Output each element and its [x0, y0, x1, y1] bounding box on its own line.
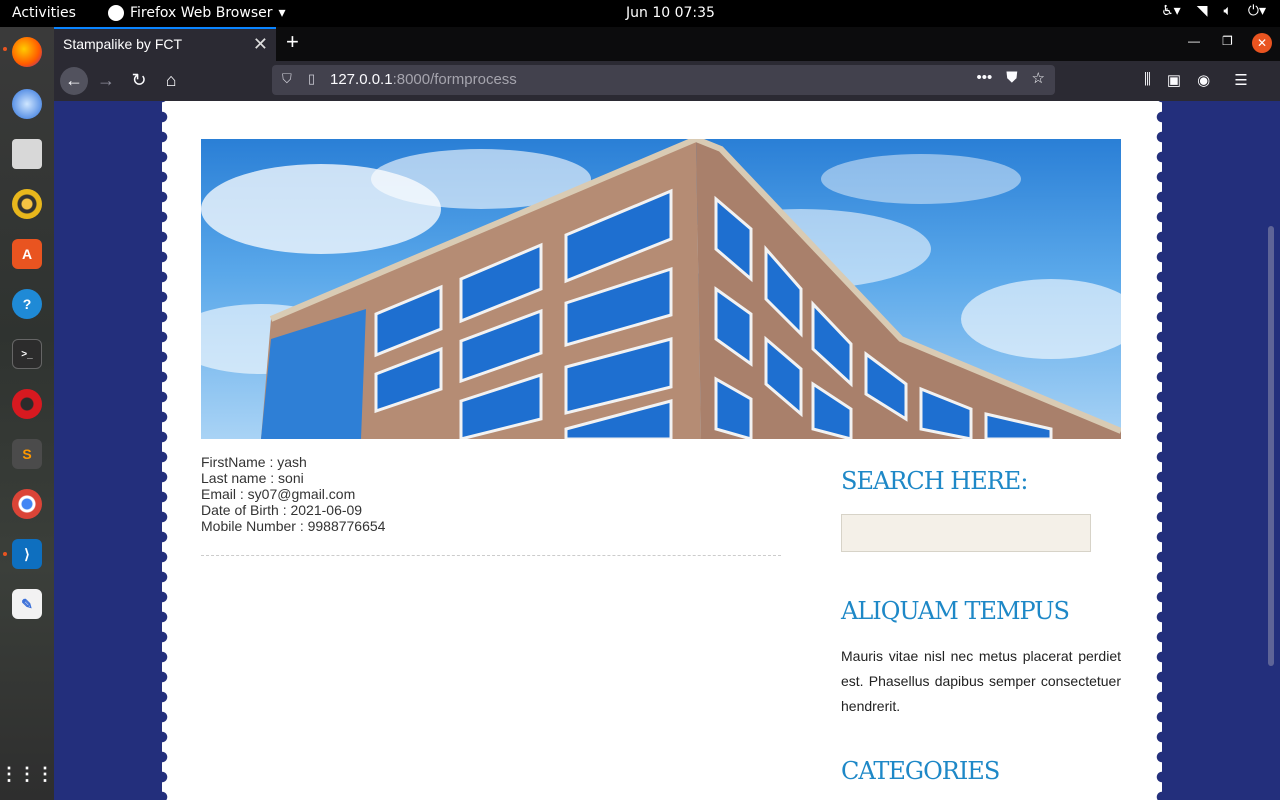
page-viewport: FirstName : yash Last name : soni Email …	[54, 101, 1280, 800]
software-icon[interactable]: A	[12, 239, 42, 269]
bookmark-star-icon[interactable]: ☆	[1032, 69, 1045, 87]
menu-icon[interactable]: ☰	[1234, 71, 1247, 89]
opera-icon[interactable]	[12, 389, 42, 419]
home-button[interactable]: ⌂	[157, 67, 185, 95]
vscode-icon[interactable]: ⟩	[12, 539, 42, 569]
tab-active[interactable]: Stampalike by FCT ✕	[54, 27, 276, 61]
content-divider	[201, 555, 781, 556]
accessibility-icon[interactable]: ♿︎▾	[1161, 3, 1181, 19]
app-menu-label: Firefox Web Browser	[130, 5, 273, 21]
forward-button[interactable]: →	[92, 67, 120, 95]
new-tab-button[interactable]: +	[286, 29, 299, 55]
url-text[interactable]: 127.0.0.1:8000/formprocess	[330, 71, 517, 88]
running-indicator	[3, 552, 7, 556]
url-host: 127.0.0.1	[330, 71, 393, 88]
system-tray[interactable]: ♿︎▾ ◥ 🔈︎ ⏻▾	[1161, 3, 1266, 19]
categories-heading: CATEGORIES	[841, 757, 1000, 785]
search-input[interactable]	[841, 514, 1091, 552]
minimize-button[interactable]: —	[1188, 34, 1200, 48]
terminal-icon[interactable]: >_	[12, 339, 42, 369]
files-icon[interactable]	[12, 139, 42, 169]
firefox-icon[interactable]	[12, 37, 42, 67]
volume-icon[interactable]: 🔈︎	[1223, 3, 1231, 19]
text-editor-icon[interactable]: ✎	[12, 589, 42, 619]
page-actions-icon[interactable]: •••	[977, 69, 993, 87]
form-result-details: FirstName : yash Last name : soni Email …	[201, 454, 385, 534]
help-icon[interactable]: ?	[12, 289, 42, 319]
clock[interactable]: Jun 10 07:35	[626, 5, 715, 21]
search-heading: SEARCH HERE:	[841, 467, 1028, 495]
back-button[interactable]: ←	[60, 67, 88, 95]
url-path: :8000/formprocess	[392, 71, 517, 88]
power-icon[interactable]: ⏻▾	[1248, 3, 1266, 19]
activities-button[interactable]: Activities	[12, 5, 76, 21]
sidebar-icon[interactable]: ▣	[1167, 71, 1181, 89]
stamp-card: FirstName : yash Last name : soni Email …	[156, 101, 1168, 800]
aliquam-paragraph: Mauris vitae nisl nec metus placerat per…	[841, 648, 1121, 714]
tab-close-icon[interactable]: ✕	[253, 34, 268, 55]
chrome-icon[interactable]	[12, 489, 42, 519]
last-name-line: Last name : soni	[201, 470, 304, 486]
pocket-icon[interactable]: ⛊	[1006, 69, 1017, 87]
url-bar[interactable]: ⛉ ▯ 127.0.0.1:8000/formprocess ••• ⛊ ☆	[272, 65, 1055, 95]
navigation-toolbar: ← → ↻ ⌂ ⛉ ▯ 127.0.0.1:8000/formprocess •…	[54, 61, 1280, 101]
shield-icon[interactable]: ⛉	[282, 71, 292, 87]
wifi-icon[interactable]: ◥	[1197, 3, 1208, 19]
dock: A ? >_ S ⟩ ✎ ⋮⋮⋮	[0, 27, 54, 800]
chevron-down-icon: ▾	[278, 5, 286, 21]
running-indicator	[3, 47, 7, 51]
page-scrollbar[interactable]	[1268, 226, 1274, 666]
app-grid-icon[interactable]: ⋮⋮⋮	[0, 759, 54, 789]
tab-bar: Stampalike by FCT ✕ + — ❐ ✕	[54, 27, 1280, 61]
library-icon[interactable]: ⫼	[1144, 71, 1151, 89]
stamp-perforation-right	[1156, 101, 1168, 800]
mobile-line: Mobile Number : 9988776654	[201, 518, 386, 534]
stamp-perforation-left	[156, 101, 168, 800]
first-name-line: FirstName : yash	[201, 454, 307, 470]
thunderbird-icon[interactable]	[12, 89, 42, 119]
window-close-button[interactable]: ✕	[1252, 33, 1272, 53]
system-top-bar: Activities Firefox Web Browser ▾ Jun 10 …	[0, 0, 1280, 27]
rhythmbox-icon[interactable]	[12, 189, 42, 219]
hero-image	[201, 139, 1121, 439]
dob-line: Date of Birth : 2021-06-09	[201, 502, 363, 518]
email-line: Email : sy07@gmail.com	[201, 486, 356, 502]
account-icon[interactable]: ◉	[1197, 71, 1210, 89]
tab-title: Stampalike by FCT	[63, 36, 183, 52]
page-info-icon[interactable]: ▯	[308, 71, 315, 87]
maximize-button[interactable]: ❐	[1222, 34, 1233, 48]
firefox-small-icon	[108, 5, 124, 21]
reload-button[interactable]: ↻	[125, 67, 153, 95]
sublime-icon[interactable]: S	[12, 439, 42, 469]
aliquam-heading: ALIQUAM TEMPUS	[841, 597, 1070, 625]
app-menu[interactable]: Firefox Web Browser ▾	[108, 5, 286, 21]
